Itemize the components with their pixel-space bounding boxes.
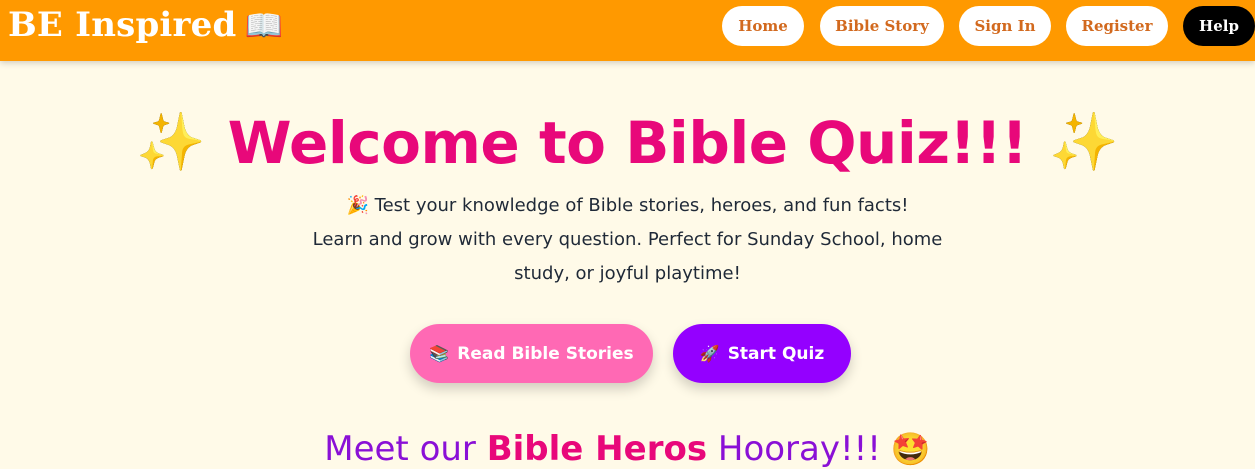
read-bible-stories-label: Read Bible Stories <box>457 343 634 364</box>
nav-register-button[interactable]: Register <box>1066 6 1168 46</box>
sparkles-icon: ✨ <box>136 110 206 175</box>
hero-title-text: Welcome to Bible Quiz!!! <box>227 109 1028 177</box>
hero-section: ✨ Welcome to Bible Quiz!!! ✨ 🎉 Test your k… <box>0 61 1255 469</box>
nav-bible-story-button[interactable]: Bible Story <box>820 6 944 46</box>
brand-name: BE Inspired <box>8 5 237 45</box>
hero-description-line: 🎉 Test your knowledge of Bible stories, … <box>346 195 909 216</box>
rocket-icon: 🚀 <box>699 344 720 363</box>
nav-help-button[interactable]: Help <box>1183 6 1255 46</box>
open-book-icon: 📖 <box>244 8 284 44</box>
party-popper-icon: 🎉 <box>346 195 369 216</box>
start-quiz-button[interactable]: 🚀 Start Quiz <box>673 324 851 383</box>
hero-description-line: study, or joyful playtime! <box>514 263 741 284</box>
star-struck-icon: 🤩 <box>890 430 931 468</box>
books-icon: 📚 <box>429 344 450 363</box>
hero-description-line: Learn and grow with every question. Perf… <box>312 229 943 250</box>
nav-home-button[interactable]: Home <box>722 6 804 46</box>
sparkles-icon: ✨ <box>1049 110 1119 175</box>
nav-sign-in-button[interactable]: Sign In <box>959 6 1051 46</box>
brand-logo[interactable]: BE Inspired 📖 <box>8 5 283 45</box>
hero-title: ✨ Welcome to Bible Quiz!!! ✨ <box>0 109 1255 177</box>
start-quiz-label: Start Quiz <box>727 343 825 364</box>
hero-description: 🎉 Test your knowledge of Bible stories, … <box>0 189 1255 291</box>
bible-heroes-heading: Meet our Bible Heros Hooray!!! 🤩 <box>324 429 931 469</box>
top-navbar: BE Inspired 📖 Home Bible Story Sign In Re… <box>0 0 1255 61</box>
read-bible-stories-button[interactable]: 📚 Read Bible Stories <box>410 324 653 383</box>
bible-heroes-accent: Bible Heros <box>486 429 708 469</box>
